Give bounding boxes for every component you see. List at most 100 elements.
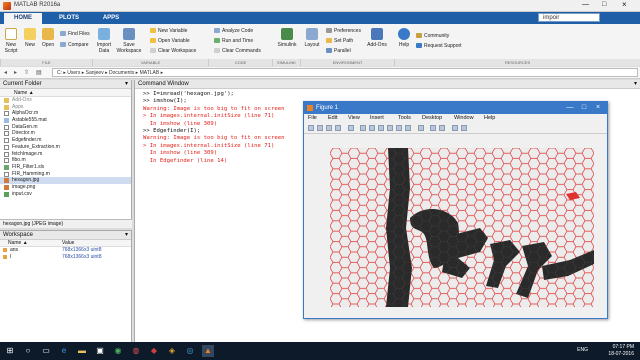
panel-menu-icon[interactable]: ▾ <box>634 80 637 89</box>
list-item[interactable]: image.png <box>0 184 131 191</box>
windows-start-icon[interactable]: ⊞ <box>4 345 16 357</box>
figure-image-axes[interactable] <box>330 148 594 307</box>
tab-plots[interactable]: PLOTS <box>50 13 88 24</box>
new-figure-icon[interactable] <box>308 125 314 131</box>
clear-commands-button[interactable]: Clear Commands <box>214 48 261 54</box>
back-icon[interactable]: ◂ <box>4 69 7 76</box>
menu-window[interactable]: Window <box>454 114 474 123</box>
list-item[interactable]: FIR_Filter1.slx <box>0 164 131 171</box>
list-item[interactable]: DataGen.m <box>0 124 131 131</box>
pan-icon[interactable] <box>378 125 384 131</box>
list-item-selected[interactable]: hexagon.jpg <box>0 177 131 184</box>
layout-button[interactable]: Layout <box>302 28 322 48</box>
list-item[interactable]: fibo.m <box>0 157 131 164</box>
list-item[interactable]: AlphaOcr.m <box>0 110 131 117</box>
app-icon[interactable]: ◆ <box>148 345 160 357</box>
import-data-button[interactable]: Import Data <box>94 28 114 54</box>
task-view-icon[interactable]: ▭ <box>40 345 52 357</box>
compare-button[interactable]: Compare <box>60 42 89 48</box>
data-cursor-icon[interactable] <box>396 125 402 131</box>
app-icon[interactable]: ◎ <box>184 345 196 357</box>
menu-insert[interactable]: Insert <box>370 114 384 123</box>
edge-browser-icon[interactable]: e <box>58 345 70 357</box>
panel-menu-icon[interactable]: ▾ <box>125 80 128 89</box>
find-files-button[interactable]: Find Files <box>60 31 90 37</box>
menu-tools[interactable]: Tools <box>398 114 411 123</box>
legend-icon[interactable] <box>439 125 445 131</box>
clear-workspace-button[interactable]: Clear Workspace <box>150 48 196 54</box>
simulink-button[interactable]: Simulink <box>276 28 298 48</box>
up-folder-icon[interactable]: ⇧ <box>24 69 29 76</box>
table-row[interactable]: I 768x1366x3 uint8 <box>0 254 131 261</box>
link-icon[interactable] <box>418 125 424 131</box>
print-icon[interactable] <box>335 125 341 131</box>
new-variable-button[interactable]: New Variable <box>150 28 187 34</box>
brush-icon[interactable] <box>405 125 411 131</box>
help-button[interactable]: Help <box>396 28 412 48</box>
request-support-button[interactable]: Request Support <box>416 43 462 49</box>
menu-edit[interactable]: Edit <box>328 114 337 123</box>
open-button[interactable]: Open <box>40 28 56 48</box>
colorbar-icon[interactable] <box>430 125 436 131</box>
list-item[interactable]: Feature_Extraction.m <box>0 144 131 151</box>
preferences-button[interactable]: Preferences <box>326 28 361 34</box>
hide-plot-tools-icon[interactable] <box>452 125 458 131</box>
browse-icon[interactable]: ▤ <box>36 69 42 76</box>
pointer-icon[interactable] <box>348 125 354 131</box>
folder-path-field[interactable]: C: ▸ Users ▸ Sanjeev ▸ Documents ▸ MATLA… <box>52 68 638 77</box>
menu-file[interactable]: File <box>308 114 317 123</box>
list-item[interactable]: Director.m <box>0 130 131 137</box>
new-script-button[interactable]: New Script <box>2 28 20 54</box>
save-workspace-button[interactable]: Save Workspace <box>116 28 142 54</box>
file-explorer-icon[interactable]: ▬ <box>76 345 88 357</box>
run-and-time-button[interactable]: Run and Time <box>214 38 253 44</box>
add-ons-button[interactable]: Add-Ons <box>366 28 388 48</box>
minimize-button[interactable]: — <box>582 1 589 8</box>
language-indicator[interactable]: ENG <box>577 347 588 354</box>
close-button[interactable]: × <box>622 0 627 9</box>
store-icon[interactable]: ▣ <box>94 345 106 357</box>
list-item[interactable]: fetchImage.m <box>0 151 131 158</box>
new-button[interactable]: New <box>22 28 38 48</box>
clock-date[interactable]: 18-07-2016 <box>608 351 634 358</box>
tab-home[interactable]: HOME <box>4 13 42 24</box>
list-item[interactable]: Add-Ons <box>0 97 131 104</box>
list-item[interactable]: Apps <box>0 104 131 111</box>
search-icon[interactable]: ○ <box>22 345 34 357</box>
set-path-button[interactable]: Set Path <box>326 38 353 44</box>
search-input[interactable]: impoir <box>538 13 600 22</box>
open-variable-button[interactable]: Open Variable <box>150 38 190 44</box>
list-item[interactable]: Edgefinder.m <box>0 137 131 144</box>
matlab-taskbar-icon[interactable]: ▲ <box>202 345 214 357</box>
analyze-code-button[interactable]: Analyze Code <box>214 28 253 34</box>
menu-desktop[interactable]: Desktop <box>422 114 442 123</box>
menu-help[interactable]: Help <box>484 114 495 123</box>
save-figure-icon[interactable] <box>326 125 332 131</box>
list-item[interactable]: input.csv <box>0 191 131 198</box>
system-tray[interactable]: ENG 07:17 PM 18-07-2016 <box>577 344 634 358</box>
menu-view[interactable]: View <box>348 114 360 123</box>
list-item[interactable]: Astable555.mat <box>0 117 131 124</box>
panel-menu-icon[interactable]: ▾ <box>125 231 128 240</box>
community-button[interactable]: Community <box>416 33 449 39</box>
zoom-in-icon[interactable] <box>360 125 366 131</box>
parallel-button[interactable]: Parallel <box>326 48 351 54</box>
tab-apps[interactable]: APPS <box>92 13 130 24</box>
clock-time[interactable]: 07:17 PM <box>608 344 634 351</box>
show-plot-tools-icon[interactable] <box>461 125 467 131</box>
list-item[interactable]: FIR_Hamming.m <box>0 171 131 178</box>
rotate-icon[interactable] <box>387 125 393 131</box>
figure-close-button[interactable]: × <box>591 102 605 114</box>
maximize-button[interactable]: □ <box>602 1 606 8</box>
app-icon[interactable]: ◍ <box>130 345 142 357</box>
column-header-value[interactable]: Value <box>62 240 74 247</box>
chrome-icon[interactable]: ◉ <box>112 345 124 357</box>
file-details-bar[interactable]: hexagon.jpg (JPEG image) <box>0 219 132 228</box>
table-row[interactable]: ans 768x1366x3 uint8 <box>0 247 131 254</box>
zoom-out-icon[interactable] <box>369 125 375 131</box>
column-header-name[interactable]: Name ▲ <box>0 89 131 97</box>
figure-minimize-button[interactable]: — <box>563 102 577 114</box>
figure-maximize-button[interactable]: □ <box>577 102 591 114</box>
open-file-icon[interactable] <box>317 125 323 131</box>
forward-icon[interactable]: ▸ <box>14 69 17 76</box>
